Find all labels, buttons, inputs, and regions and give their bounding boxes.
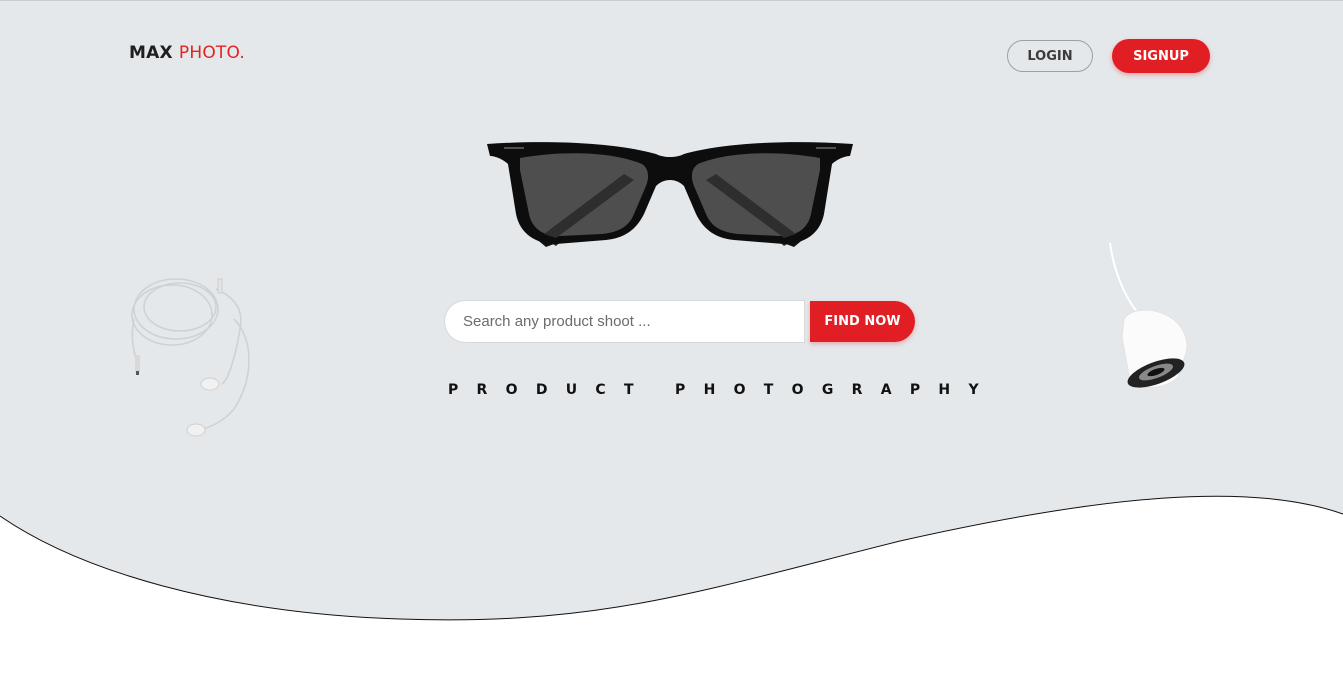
eyeglasses-image xyxy=(487,142,853,247)
landing-page: MAX PHOTO. LOGIN SIGNUP Search any produ… xyxy=(0,0,1343,673)
pendant-lamp-image xyxy=(1109,242,1188,388)
brand-name-accent: PHOTO. xyxy=(178,43,246,63)
hero-tagline: PRODUCT PHOTOGRAPHY xyxy=(448,382,997,398)
find-now-button[interactable]: FIND NOW xyxy=(810,301,915,342)
brand-logo[interactable]: MAX PHOTO. xyxy=(129,43,245,63)
search-input[interactable] xyxy=(444,300,805,343)
signup-button[interactable]: SIGNUP xyxy=(1112,39,1210,73)
earphones-image xyxy=(131,278,250,437)
login-button[interactable]: LOGIN xyxy=(1007,40,1093,72)
search-bar: FIND NOW xyxy=(444,300,916,344)
brand-name-primary: MAX xyxy=(129,43,173,63)
